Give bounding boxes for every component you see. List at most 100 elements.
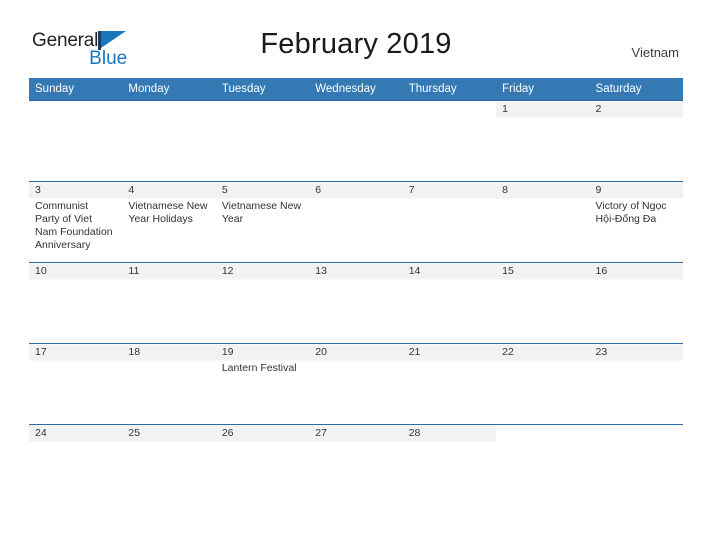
day-events: [309, 441, 402, 443]
day-events: Vietnamese New Year: [216, 198, 309, 226]
calendar-day-cell[interactable]: 3 Communist Party of Viet Nam Foundation …: [29, 181, 123, 263]
weekday-header-thursday: Thursday: [402, 78, 497, 101]
calendar-day-cell[interactable]: 5 Vietnamese New Year: [215, 181, 310, 263]
day-number: 21: [408, 346, 421, 358]
day-number: 19: [221, 346, 234, 358]
calendar-table: Sunday Monday Tuesday Wednesday Thursday Frid…: [29, 78, 683, 506]
calendar-day-cell[interactable]: 4 Vietnamese New Year Holidays: [122, 181, 216, 263]
calendar-day-cell[interactable]: 19 Lantern Festival: [215, 343, 310, 425]
day-events: [29, 441, 122, 443]
day-events: [309, 117, 402, 119]
page-title: February 2019: [260, 28, 452, 60]
day-events: [403, 360, 496, 362]
calendar-day-cell[interactable]: 9 Victory of Ngọc Hội-Đống Đa: [589, 181, 683, 263]
day-number: [216, 101, 309, 117]
calendar-day-cell[interactable]: 16: [589, 262, 683, 344]
holiday-event: Lantern Festival: [221, 362, 297, 374]
calendar-day-cell[interactable]: 17: [29, 343, 123, 425]
day-events: [403, 279, 496, 281]
calendar-day-cell[interactable]: 10: [29, 262, 123, 344]
day-number: 17: [35, 346, 47, 358]
day-number: 6: [315, 184, 322, 196]
calendar-day-cell[interactable]: 18: [122, 343, 216, 425]
calendar-day-cell[interactable]: 24: [29, 424, 123, 506]
day-number: [122, 101, 215, 117]
weekday-header-tuesday: Tuesday: [215, 78, 310, 101]
weekday-header-monday: Monday: [122, 78, 216, 101]
day-events: [496, 360, 589, 362]
calendar-day-cell[interactable]: 6: [309, 181, 403, 263]
calendar-empty-cell: [496, 424, 590, 506]
day-events: [590, 279, 683, 281]
day-events: [590, 441, 683, 443]
day-number: 23: [595, 346, 608, 358]
calendar-day-cell[interactable]: 27: [309, 424, 403, 506]
day-number: 3: [35, 184, 41, 196]
day-events: Lantern Festival: [216, 360, 309, 375]
calendar-day-cell[interactable]: 7: [402, 181, 497, 263]
day-events: [216, 441, 309, 443]
calendar-empty-cell: [309, 100, 403, 182]
day-events: [216, 279, 309, 281]
day-number: 5: [221, 184, 228, 196]
day-number: [309, 101, 402, 117]
day-events: [590, 360, 683, 362]
day-events: [496, 117, 589, 119]
holiday-event: Victory of Ngọc Hội-Đống Đa: [595, 200, 667, 225]
weekday-header-wednesday: Wednesday: [309, 78, 403, 101]
calendar-day-cell[interactable]: 1: [496, 100, 590, 182]
calendar-empty-cell: [589, 424, 683, 506]
day-number: 28: [408, 427, 421, 439]
calendar-day-cell[interactable]: 20: [309, 343, 403, 425]
calendar-week-row: 3 Communist Party of Viet Nam Foundation …: [29, 181, 683, 263]
calendar-day-cell[interactable]: 13: [309, 262, 403, 344]
calendar-day-cell[interactable]: 12: [215, 262, 310, 344]
day-number: 26: [221, 427, 234, 439]
calendar-empty-cell: [215, 100, 310, 182]
day-events: [29, 279, 122, 281]
calendar-day-cell[interactable]: 8: [496, 181, 590, 263]
day-events: [122, 360, 215, 362]
calendar-week-row: 10 11 12 13 14 15 16: [29, 262, 683, 344]
calendar-day-cell[interactable]: 25: [122, 424, 216, 506]
calendar-day-cell[interactable]: 22: [496, 343, 590, 425]
calendar-day-cell[interactable]: 2: [589, 100, 683, 182]
day-number: 25: [128, 427, 141, 439]
calendar-day-cell[interactable]: 11: [122, 262, 216, 344]
day-number: 10: [35, 265, 47, 277]
calendar-day-cell[interactable]: 21: [402, 343, 497, 425]
day-number: [496, 425, 589, 441]
weekday-header-saturday: Saturday: [589, 78, 683, 101]
calendar-grid: Sunday Monday Tuesday Wednesday Thursday Frid…: [29, 78, 683, 506]
day-number: 13: [315, 265, 327, 277]
day-events: [403, 117, 496, 119]
day-events: [309, 360, 402, 362]
weekday-header-sunday: Sunday: [29, 78, 123, 101]
day-number: 7: [408, 184, 415, 196]
weekday-header-friday: Friday: [496, 78, 590, 101]
calendar-day-cell[interactable]: 23: [589, 343, 683, 425]
calendar-week-row: 17 18 19 Lantern Festival 20 21 22 23: [29, 343, 683, 425]
calendar-header-row: Sunday Monday Tuesday Wednesday Thursday Frid…: [29, 78, 683, 101]
day-number: 14: [408, 265, 421, 277]
day-number: 8: [502, 184, 508, 196]
day-number: 22: [502, 346, 514, 358]
day-events: [309, 279, 402, 281]
calendar-day-cell[interactable]: 26: [215, 424, 310, 506]
calendar-day-cell[interactable]: 14: [402, 262, 497, 344]
calendar-empty-cell: [122, 100, 216, 182]
day-events: Victory of Ngọc Hội-Đống Đa: [590, 198, 683, 226]
calendar-empty-cell: [29, 100, 123, 182]
day-number: 27: [315, 427, 327, 439]
day-events: [496, 279, 589, 281]
calendar-day-cell[interactable]: 28: [402, 424, 497, 506]
day-events: [122, 117, 215, 119]
day-events: [403, 441, 496, 443]
day-number: 1: [502, 103, 508, 115]
day-number: 12: [221, 265, 234, 277]
day-events: [122, 279, 215, 281]
calendar-day-cell[interactable]: 15: [496, 262, 590, 344]
page-header: General Blue February 2019 Vietnam: [0, 0, 712, 68]
day-number: 4: [128, 184, 135, 196]
day-events: [590, 117, 683, 119]
